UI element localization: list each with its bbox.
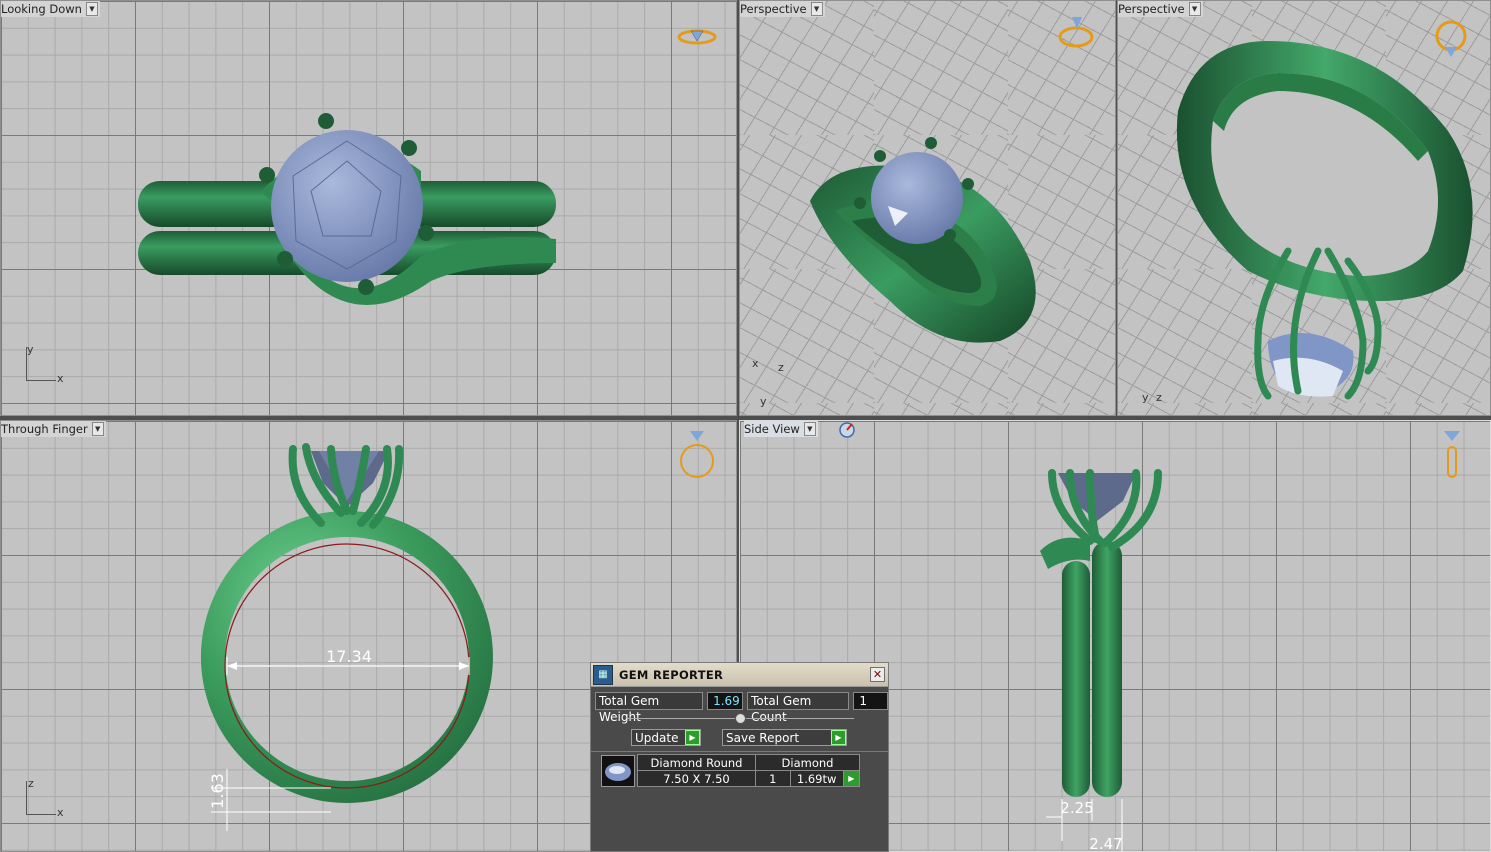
viewport-label-perspective-2[interactable]: Perspective ▼ <box>1118 1 1203 17</box>
total-gem-count-value: 1 <box>853 692 888 710</box>
gem-reporter-panel[interactable]: ▦ GEM REPORTER ✕ Total Gem Weight 1.69 T… <box>590 662 889 852</box>
axis-indicator: y x <box>26 343 64 385</box>
gem-shape-cell: Diamond Round <box>637 754 756 771</box>
table-row[interactable]: Diamond Round Diamond <box>637 754 860 771</box>
viewport-looking-down[interactable]: Looking Down ▼ y x <box>0 0 737 416</box>
viewport-label-front[interactable]: Through Finger ▼ <box>1 421 106 437</box>
play-icon: ▶ <box>685 730 700 745</box>
ring-perspective-render-1 <box>810 137 1036 343</box>
panel-resize-slider[interactable] <box>627 712 854 726</box>
total-gem-count-label: Total Gem Count <box>747 692 850 724</box>
dimension-band-width: 2.25 <box>1060 799 1093 817</box>
view-navigator-icon[interactable] <box>1440 429 1464 483</box>
viewport-label-top[interactable]: Looking Down ▼ <box>1 1 100 17</box>
total-gem-weight-value: 1.69 <box>707 692 744 710</box>
slider-knob[interactable] <box>735 713 746 724</box>
viewport-perspective-1[interactable]: Perspective ▼ x z y <box>739 0 1116 416</box>
ring-top-render <box>138 113 556 305</box>
viewport-perspective-2[interactable]: Perspective ▼ y z <box>1117 0 1491 416</box>
gem-table: Diamond Round Diamond 7.50 X 7.50 1 1.69… <box>637 754 861 787</box>
update-button[interactable]: Update ▶ <box>631 729 701 746</box>
gem-row-play-button[interactable]: ▶ <box>842 770 861 787</box>
total-gem-weight-label: Total Gem Weight <box>595 692 704 724</box>
ring-perspective-render-2 <box>1176 41 1473 400</box>
dimension-inner-diameter: 17.34 <box>326 647 372 666</box>
table-row[interactable]: 7.50 X 7.50 1 1.69tw ▶ <box>637 770 861 787</box>
dimension-total-width: 2.47 <box>1089 835 1122 852</box>
gem-reporter-title: GEM REPORTER <box>619 667 724 682</box>
viewport-menu-dropdown[interactable]: ▼ <box>810 2 823 16</box>
viewport-menu-dropdown[interactable]: ▼ <box>91 422 104 436</box>
gem-weight-cell: 1.69tw <box>789 770 844 787</box>
viewport-menu-dropdown[interactable]: ▼ <box>803 422 816 436</box>
viewport-menu-dropdown[interactable]: ▼ <box>1188 2 1201 16</box>
play-icon: ▶ <box>831 730 846 745</box>
gem-reporter-titlebar[interactable]: ▦ GEM REPORTER ✕ <box>591 663 888 687</box>
viewport-label-side[interactable]: Side View ▼ <box>744 421 818 437</box>
view-navigator-icon[interactable] <box>1056 15 1096 51</box>
save-report-button[interactable]: Save Report ▶ <box>722 729 847 746</box>
dimension-band-thickness: 1.63 <box>208 773 227 809</box>
axis-indicator: z x <box>26 777 64 819</box>
view-navigator-icon[interactable] <box>1432 19 1472 59</box>
render-mode-icon[interactable] <box>838 421 856 439</box>
view-navigator-icon[interactable] <box>677 25 717 47</box>
gem-size-cell: 7.50 X 7.50 <box>637 770 756 787</box>
gem-type-cell: Diamond <box>755 754 860 771</box>
gem-count-cell: 1 <box>755 770 791 787</box>
view-navigator-icon[interactable] <box>677 429 717 481</box>
gem-thumbnail-icon[interactable] <box>601 755 635 787</box>
close-button[interactable]: ✕ <box>870 667 885 682</box>
axis-indicator: y z <box>1142 391 1162 404</box>
viewport-label-perspective-1[interactable]: Perspective ▼ <box>740 1 825 17</box>
viewport-menu-dropdown[interactable]: ▼ <box>85 2 98 16</box>
axis-indicator: x z y <box>752 357 784 408</box>
gem-reporter-app-icon: ▦ <box>593 664 613 685</box>
